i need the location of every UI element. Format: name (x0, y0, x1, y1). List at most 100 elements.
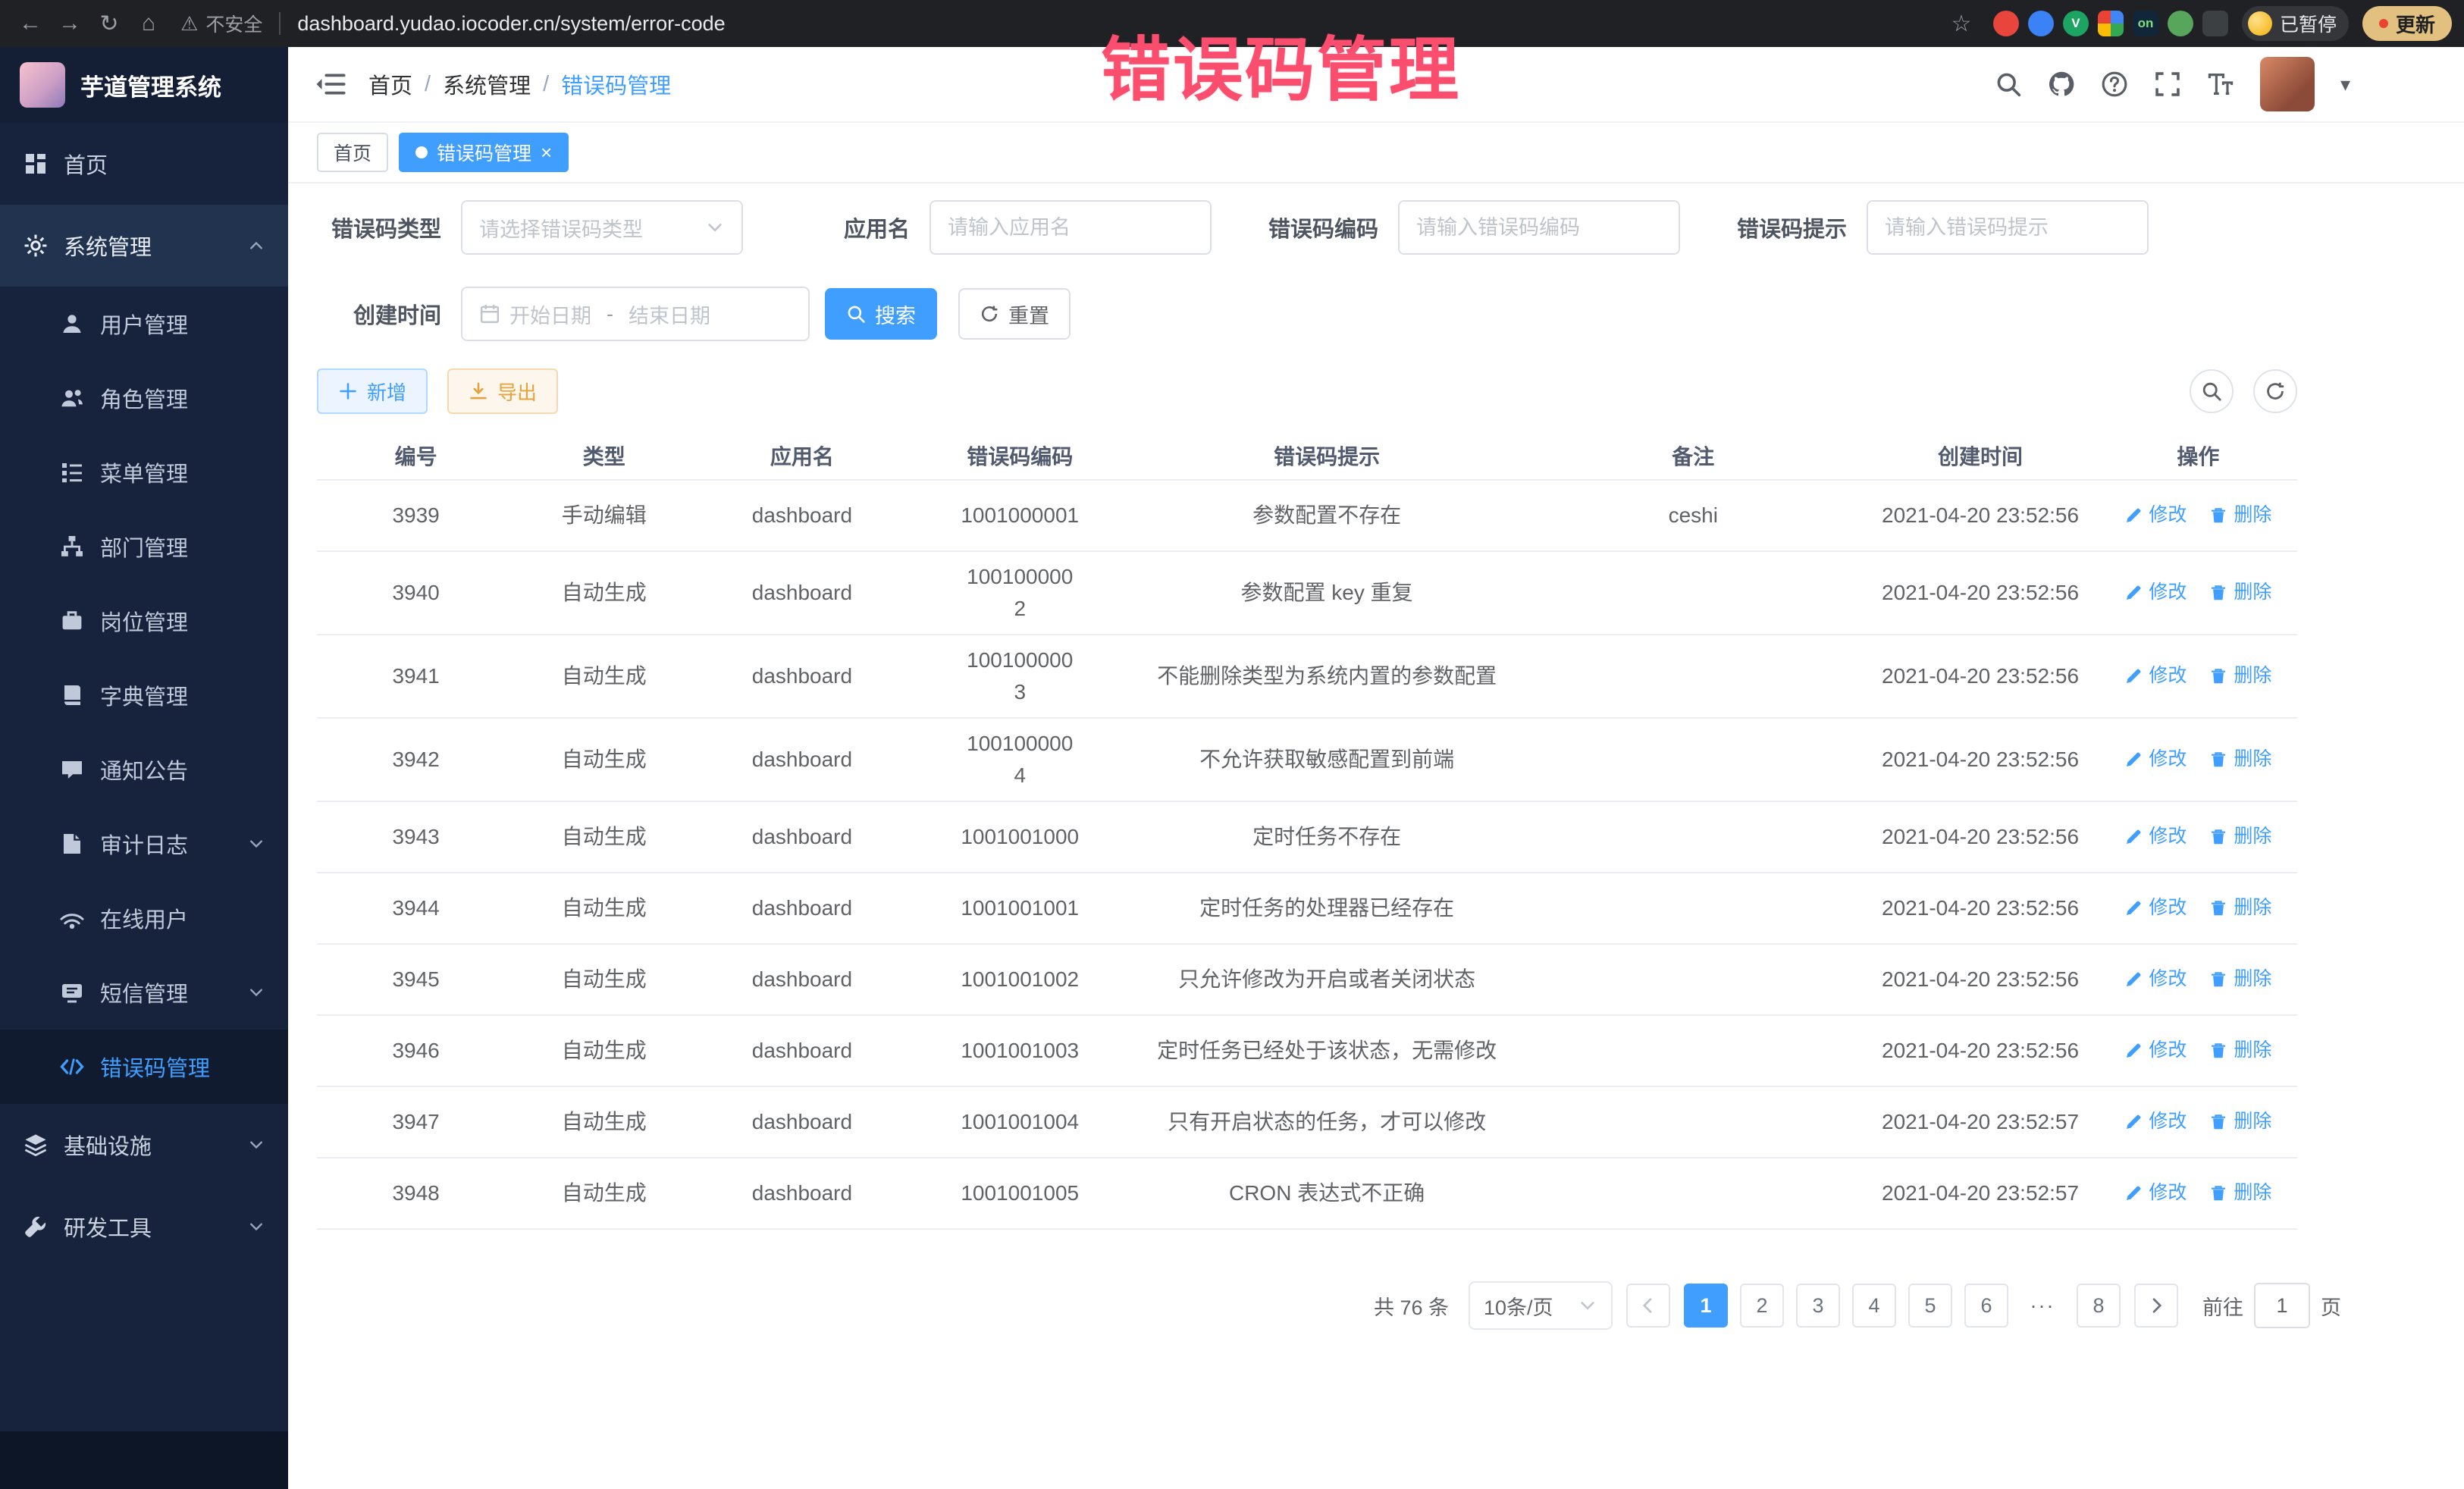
logo-row[interactable]: 芋道管理系统 (0, 47, 288, 123)
page-ellipsis[interactable]: ··· (2020, 1284, 2064, 1328)
error-type-select[interactable]: 请选择错误码类型 (461, 200, 743, 255)
breadcrumb-item[interactable]: 系统管理 (443, 68, 531, 100)
edit-link[interactable]: 修改 (2124, 1108, 2187, 1136)
sidebar-item-dictionary[interactable]: 字典管理 (0, 658, 288, 732)
edit-link[interactable]: 修改 (2124, 1179, 2187, 1208)
sidebar-item-org-tree[interactable]: 部门管理 (0, 509, 288, 584)
sidebar-item-sms[interactable]: 短信管理 (0, 955, 288, 1030)
delete-link[interactable]: 删除 (2209, 578, 2271, 607)
bookmark-star-icon[interactable]: ☆ (1943, 5, 1980, 42)
date-range-picker[interactable]: 开始日期 - 结束日期 (461, 287, 810, 341)
delete-link[interactable]: 删除 (2209, 965, 2271, 994)
leaf-extension-icon[interactable] (2168, 11, 2193, 36)
app-name-input[interactable] (929, 200, 1212, 255)
url-bar[interactable]: dashboard.yudao.iocoder.cn/system/error-… (297, 12, 1940, 36)
sidebar-item-dev-tools[interactable]: 研发工具 (0, 1186, 288, 1268)
forward-icon[interactable]: → (52, 5, 88, 42)
pin-extension-icon[interactable] (2202, 11, 2228, 36)
edit-link[interactable]: 修改 (2124, 578, 2187, 607)
avatar-chevron-down-icon[interactable]: ▾ (2340, 73, 2350, 96)
search-icon[interactable] (1995, 71, 2022, 98)
edit-link[interactable]: 修改 (2124, 745, 2187, 774)
menu-fold-icon[interactable] (314, 70, 346, 99)
page-button[interactable]: 4 (1852, 1284, 1896, 1328)
extensions-cluster: Von (1993, 11, 2228, 36)
breadcrumb-item[interactable]: 首页 (368, 68, 412, 100)
sidebar-item-dashboard[interactable]: 首页 (0, 123, 288, 205)
v-extension-icon[interactable]: V (2063, 11, 2089, 36)
sidebar-item-error-code[interactable]: 错误码管理 (0, 1030, 288, 1104)
goto-page-input[interactable]: 1 (2254, 1283, 2310, 1328)
onoff-extension-icon[interactable]: on (2133, 11, 2158, 36)
toggle-search-button[interactable] (2190, 369, 2234, 413)
edit-link[interactable]: 修改 (2124, 1036, 2187, 1065)
tab-close-icon[interactable]: × (541, 143, 552, 162)
page-size-select[interactable]: 10条/页 (1469, 1281, 1613, 1330)
sidebar-item-audit-log[interactable]: 审计日志 (0, 807, 288, 881)
page-button[interactable]: 6 (1964, 1284, 2008, 1328)
cell-ops: 修改删除 (2099, 1108, 2297, 1136)
cell-code: 1001000001 (911, 491, 1129, 541)
prev-page-button[interactable] (1626, 1284, 1670, 1328)
error-code-input[interactable] (1398, 200, 1680, 255)
sidebar-footer[interactable] (0, 1431, 288, 1489)
chevron-down-icon (247, 1218, 265, 1236)
delete-link[interactable]: 删除 (2209, 823, 2271, 851)
security-chip[interactable]: ⚠ 不安全 (180, 10, 262, 37)
question-icon[interactable] (2101, 71, 2128, 98)
delete-link[interactable]: 删除 (2209, 894, 2271, 923)
user-avatar[interactable] (2260, 57, 2315, 111)
tab-active-dot (415, 146, 428, 158)
reset-button[interactable]: 重置 (958, 288, 1071, 340)
edit-link[interactable]: 修改 (2124, 965, 2187, 994)
delete-link[interactable]: 删除 (2209, 1036, 2271, 1065)
delete-link[interactable]: 删除 (2209, 745, 2271, 774)
update-button[interactable]: 更新 (2362, 6, 2452, 41)
delete-link[interactable]: 删除 (2209, 1108, 2271, 1136)
next-page-button[interactable] (2134, 1284, 2178, 1328)
sidebar-item-infrastructure[interactable]: 基础设施 (0, 1104, 288, 1186)
record-extension-icon[interactable] (1993, 11, 2019, 36)
drop-extension-icon[interactable] (2028, 11, 2054, 36)
add-button[interactable]: 新增 (317, 368, 428, 414)
delete-link[interactable]: 删除 (2209, 1179, 2271, 1208)
sidebar-item-user[interactable]: 用户管理 (0, 287, 288, 361)
back-icon[interactable]: ← (12, 5, 49, 42)
sidebar-item-online-user[interactable]: 在线用户 (0, 881, 288, 955)
search-button[interactable]: 搜索 (825, 288, 937, 340)
sidebar-item-users[interactable]: 角色管理 (0, 361, 288, 435)
page-button[interactable]: 3 (1796, 1284, 1840, 1328)
edit-link[interactable]: 修改 (2124, 894, 2187, 923)
refresh-table-button[interactable] (2253, 369, 2297, 413)
edit-link[interactable]: 修改 (2124, 662, 2187, 691)
infrastructure-icon (23, 1133, 49, 1157)
sidebar-item-announcement[interactable]: 通知公告 (0, 732, 288, 807)
github-icon[interactable] (2048, 71, 2075, 98)
delete-link[interactable]: 删除 (2209, 662, 2271, 691)
fullscreen-icon[interactable] (2154, 71, 2181, 98)
profile-paused-chip[interactable]: 已暂停 (2242, 6, 2349, 41)
sidebar-item-label: 审计日志 (100, 828, 188, 860)
sidebar-item-badge[interactable]: 岗位管理 (0, 584, 288, 658)
table-row: 3941自动生成dashboard100100000 3不能删除类型为系统内置的… (317, 635, 2297, 719)
tab-active[interactable]: 错误码管理× (399, 133, 569, 172)
export-button[interactable]: 导出 (447, 368, 558, 414)
reload-icon[interactable]: ↻ (91, 5, 127, 42)
edit-link[interactable]: 修改 (2124, 501, 2187, 530)
tab-item[interactable]: 首页 (317, 133, 388, 172)
cell-ops: 修改删除 (2099, 501, 2297, 530)
delete-link[interactable]: 删除 (2209, 501, 2271, 530)
edit-link[interactable]: 修改 (2124, 823, 2187, 851)
sidebar-item-menu-list[interactable]: 菜单管理 (0, 435, 288, 509)
sidebar-item-gear[interactable]: 系统管理 (0, 205, 288, 287)
error-hint-input[interactable] (1867, 200, 2149, 255)
page-button[interactable]: 8 (2077, 1284, 2121, 1328)
cell-code: 100100000 2 (911, 552, 1129, 634)
breadcrumb-current[interactable]: 错误码管理 (561, 68, 671, 100)
page-button[interactable]: 1 (1684, 1284, 1728, 1328)
page-button[interactable]: 5 (1908, 1284, 1952, 1328)
page-button[interactable]: 2 (1740, 1284, 1784, 1328)
grid-extension-icon[interactable] (2098, 11, 2124, 36)
browser-home-icon[interactable]: ⌂ (130, 5, 167, 42)
font-size-icon[interactable] (2207, 71, 2234, 98)
